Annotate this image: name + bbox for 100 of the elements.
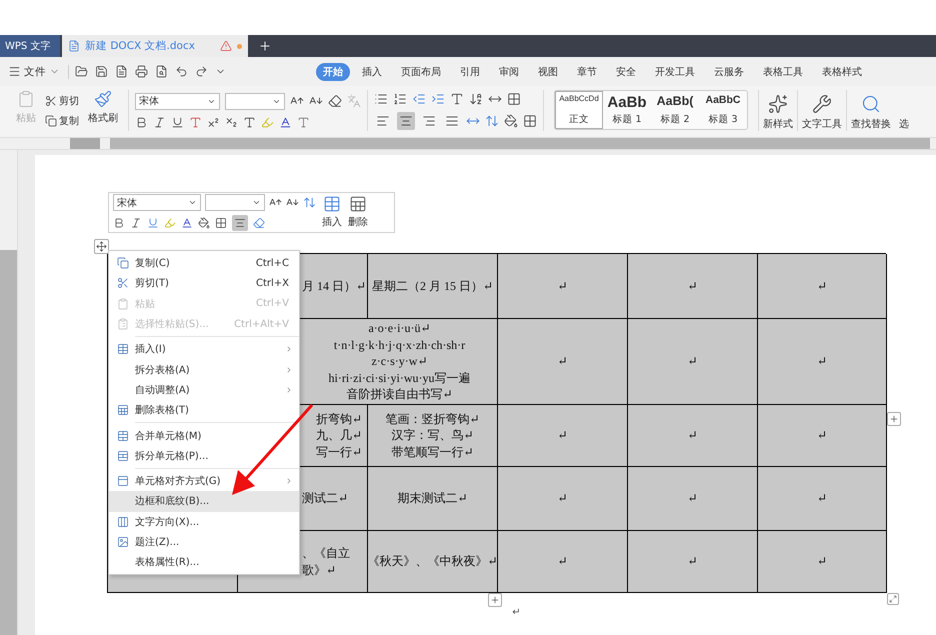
app-tab[interactable]: WPS 文字 xyxy=(0,35,60,57)
style-swatch[interactable]: AaBb 标题 1 xyxy=(603,91,651,129)
delete-button[interactable]: 删除 xyxy=(348,195,368,230)
ribbon-tab[interactable]: 表格工具 xyxy=(756,62,810,80)
undo-icon[interactable] xyxy=(175,65,188,78)
clipboard-icon xyxy=(117,298,129,310)
print-icon[interactable] xyxy=(135,65,148,78)
italic-icon[interactable] xyxy=(153,116,166,128)
shading-icon[interactable] xyxy=(504,114,518,128)
dropdown-icon[interactable] xyxy=(188,198,197,207)
menu-item[interactable]: 文字方向(X)... xyxy=(109,512,299,532)
warning-icon xyxy=(220,40,232,52)
ribbon-button[interactable]: 新样式 xyxy=(759,90,798,131)
eraser-icon[interactable] xyxy=(328,94,342,108)
menu-item[interactable]: 单元格对齐方式(G) xyxy=(109,470,299,492)
save-icon[interactable] xyxy=(95,65,108,78)
shading-icon[interactable] xyxy=(198,217,210,229)
sparkle-letters-icon[interactable] xyxy=(768,94,788,114)
format-painter-button[interactable]: 格式刷 xyxy=(84,90,122,125)
menu-item[interactable]: 复制(C) Ctrl+C xyxy=(109,253,299,274)
ribbon-tab[interactable]: 审阅 xyxy=(492,62,526,80)
folder-icon[interactable] xyxy=(75,65,88,78)
ribbon-tab[interactable]: 视图 xyxy=(531,62,565,80)
ribbon-button[interactable]: 查找替换 xyxy=(847,90,895,131)
pdf-icon[interactable] xyxy=(115,65,128,78)
ribbon-tab[interactable]: 表格样式 xyxy=(815,62,869,80)
cell-text: a·o·e·i·u·ü↵ xyxy=(368,320,431,337)
ribbon-button[interactable]: 选 xyxy=(895,90,913,131)
borders-icon[interactable] xyxy=(523,114,537,128)
scissors-icon[interactable] xyxy=(45,94,57,106)
ribbon-tab[interactable]: 章节 xyxy=(570,62,604,80)
line-spacing-icon[interactable] xyxy=(303,196,316,209)
style-swatch[interactable]: AaBbCcDd 正文 xyxy=(555,91,603,129)
cell-text: ↵ xyxy=(687,353,698,370)
copy-icon[interactable] xyxy=(45,114,57,126)
preview-icon[interactable] xyxy=(155,65,168,78)
ribbon-button[interactable]: 文字工具 xyxy=(798,90,847,131)
grid-icon[interactable] xyxy=(349,195,367,213)
numbering-icon[interactable] xyxy=(393,92,407,106)
cell-text: ↵ xyxy=(557,427,568,444)
indent-icon[interactable] xyxy=(431,92,445,106)
menu-item[interactable]: 自动调整(A) xyxy=(109,380,299,400)
underline-icon[interactable] xyxy=(171,116,184,128)
show-hide-icon[interactable] xyxy=(507,92,521,106)
cell-text: ↵ xyxy=(816,553,828,570)
font-select[interactable]: 宋体 xyxy=(113,194,201,211)
strikethrough-icon[interactable] xyxy=(189,116,202,128)
menu-item[interactable]: 删除表格(T) xyxy=(109,400,299,420)
copy-button[interactable]: 复制 xyxy=(45,114,79,128)
dropdown-icon[interactable] xyxy=(252,198,261,207)
ribbon-tab[interactable]: 插入 xyxy=(355,62,389,80)
table-icon[interactable] xyxy=(323,195,341,213)
sort-icon[interactable] xyxy=(469,92,483,106)
redo-icon[interactable] xyxy=(195,65,208,78)
search-icon[interactable] xyxy=(861,94,881,114)
cell-text: 写一行↵ xyxy=(316,444,362,460)
ribbon-tab[interactable]: 安全 xyxy=(609,62,643,80)
char-spacing-icon[interactable] xyxy=(450,92,464,106)
ribbon-tab[interactable]: 开发工具 xyxy=(648,62,702,80)
menu-item[interactable]: 边框和底纹(B)... xyxy=(109,491,299,512)
font-select[interactable]: 宋体 xyxy=(135,92,220,110)
menu-item[interactable]: 插入(I) xyxy=(109,339,299,360)
menu-item[interactable]: 合并单元格(M) xyxy=(109,425,299,446)
file-menu[interactable]: 文件 xyxy=(8,64,69,78)
font-color-icon[interactable] xyxy=(181,217,193,229)
cell-text: 笔画：竖折弯钩↵ xyxy=(385,410,480,428)
menu-item[interactable]: 表格属性(R)... xyxy=(109,552,299,572)
wrench-icon[interactable] xyxy=(812,94,832,114)
cell-text: 带笔顺写一行↵ xyxy=(391,444,474,460)
superscript-icon[interactable] xyxy=(207,116,220,128)
ribbon-tab[interactable]: 云服务 xyxy=(707,62,751,80)
cell-text: 星期二（2 月 15 日）↵ xyxy=(372,278,494,294)
ribbon-tab[interactable]: 页面布局 xyxy=(394,62,448,80)
new-tab-icon[interactable] xyxy=(258,39,272,53)
text-effect-icon[interactable] xyxy=(243,116,256,128)
cut-button[interactable]: 剪切 xyxy=(45,94,79,108)
menu-item[interactable]: 拆分单元格(P)... xyxy=(109,446,299,466)
font-color-icon[interactable] xyxy=(279,116,292,128)
italic-icon[interactable] xyxy=(130,217,142,229)
ribbon-tab[interactable]: 引用 xyxy=(453,62,487,80)
cell-text: z·c·s·y·w↵ xyxy=(371,353,428,370)
character-shading-icon[interactable] xyxy=(297,116,310,128)
outdent-icon[interactable] xyxy=(412,92,426,106)
menu-item[interactable]: 拆分表格(A) xyxy=(109,359,299,380)
menu-icon[interactable] xyxy=(8,65,21,78)
subscript-icon[interactable] xyxy=(225,116,238,128)
borders-icon[interactable] xyxy=(215,217,227,229)
line-spacing-icon[interactable] xyxy=(485,114,499,128)
bold-icon[interactable] xyxy=(135,116,148,128)
bold-icon[interactable] xyxy=(113,217,125,229)
cell-text: 测试二↵ xyxy=(302,490,348,507)
eraser-icon[interactable] xyxy=(253,217,265,229)
ribbon-tab[interactable]: 开始 xyxy=(316,62,350,80)
style-swatch[interactable]: AaBb( 标题 2 xyxy=(651,91,699,129)
menu-item[interactable]: 剪切(T) Ctrl+X xyxy=(109,273,299,294)
insert-button[interactable]: 插入 xyxy=(322,195,342,230)
paintbrush-icon[interactable] xyxy=(93,90,113,108)
style-swatch[interactable]: AaBbC 标题 3 xyxy=(699,91,747,129)
menu-item[interactable]: 题注(Z)... xyxy=(109,532,299,552)
cell-text: hi·ri·zi·ci·si·yi·wu·yu写一遍 xyxy=(328,370,470,386)
